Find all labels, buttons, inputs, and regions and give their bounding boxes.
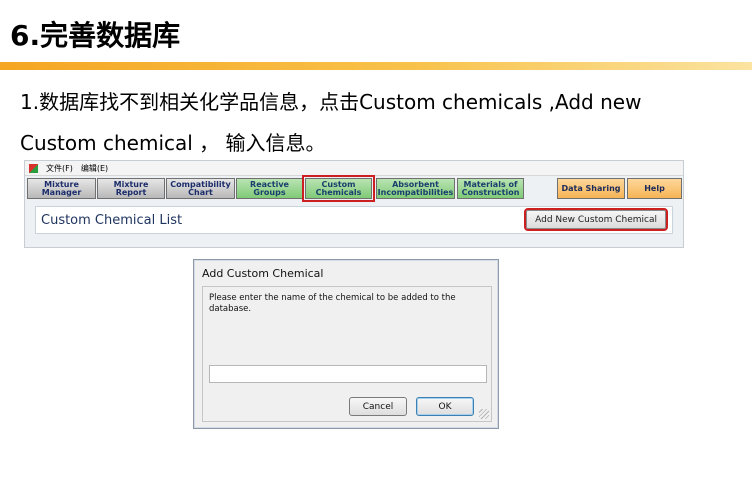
chemical-name-input[interactable] <box>209 365 487 383</box>
tab-help[interactable]: Help <box>627 178 682 199</box>
add-new-custom-chemical-button[interactable]: Add New Custom Chemical <box>524 208 668 231</box>
title-underline <box>0 62 752 70</box>
instruction-line-1: 1.数据库找不到相关化学品信息，点击Custom chemicals ,Add … <box>20 90 642 114</box>
dialog-message: Please enter the name of the chemical to… <box>209 293 456 314</box>
dialog-body: Please enter the name of the chemical to… <box>202 286 492 422</box>
tab-compatibility-chart[interactable]: Compatibility Chart <box>166 178 235 199</box>
tab-materials-of-construction[interactable]: Materials of Construction <box>457 178 524 199</box>
resize-grip-icon[interactable] <box>479 409 489 419</box>
app-logo-icon <box>29 163 38 173</box>
cancel-button[interactable]: Cancel <box>349 397 407 416</box>
tab-mixture-manager[interactable]: Mixture Manager <box>27 178 96 199</box>
menu-file[interactable]: 文件(F) <box>46 163 73 174</box>
instruction-line-2: Custom chemical ， 输入信息。 <box>20 131 326 155</box>
ok-button[interactable]: OK <box>416 397 474 416</box>
add-custom-chemical-dialog: Add Custom Chemical Please enter the nam… <box>193 259 499 429</box>
list-title: Custom Chemical List <box>41 213 183 228</box>
dialog-title: Add Custom Chemical <box>202 267 324 280</box>
tab-data-sharing[interactable]: Data Sharing <box>557 178 625 199</box>
nav-tabs: Mixture Manager Mixture Report Compatibi… <box>27 175 682 202</box>
custom-chemical-list-panel: Custom Chemical List Add New Custom Chem… <box>35 206 673 234</box>
tab-reactive-groups[interactable]: Reactive Groups <box>236 178 303 199</box>
tab-custom-chemicals[interactable]: Custom Chemicals <box>302 175 375 202</box>
tab-absorbent-incompatibilities[interactable]: Absorbent Incompatibilities <box>376 178 455 199</box>
tab-mixture-report[interactable]: Mixture Report <box>97 178 165 199</box>
slide-title: 6.完善数据库 <box>10 19 181 52</box>
menu-bar: 文件(F) 编辑(E) <box>25 161 683 176</box>
app-window: 文件(F) 编辑(E) Mixture Manager Mixture Repo… <box>24 160 684 248</box>
menu-edit[interactable]: 编辑(E) <box>81 163 108 174</box>
